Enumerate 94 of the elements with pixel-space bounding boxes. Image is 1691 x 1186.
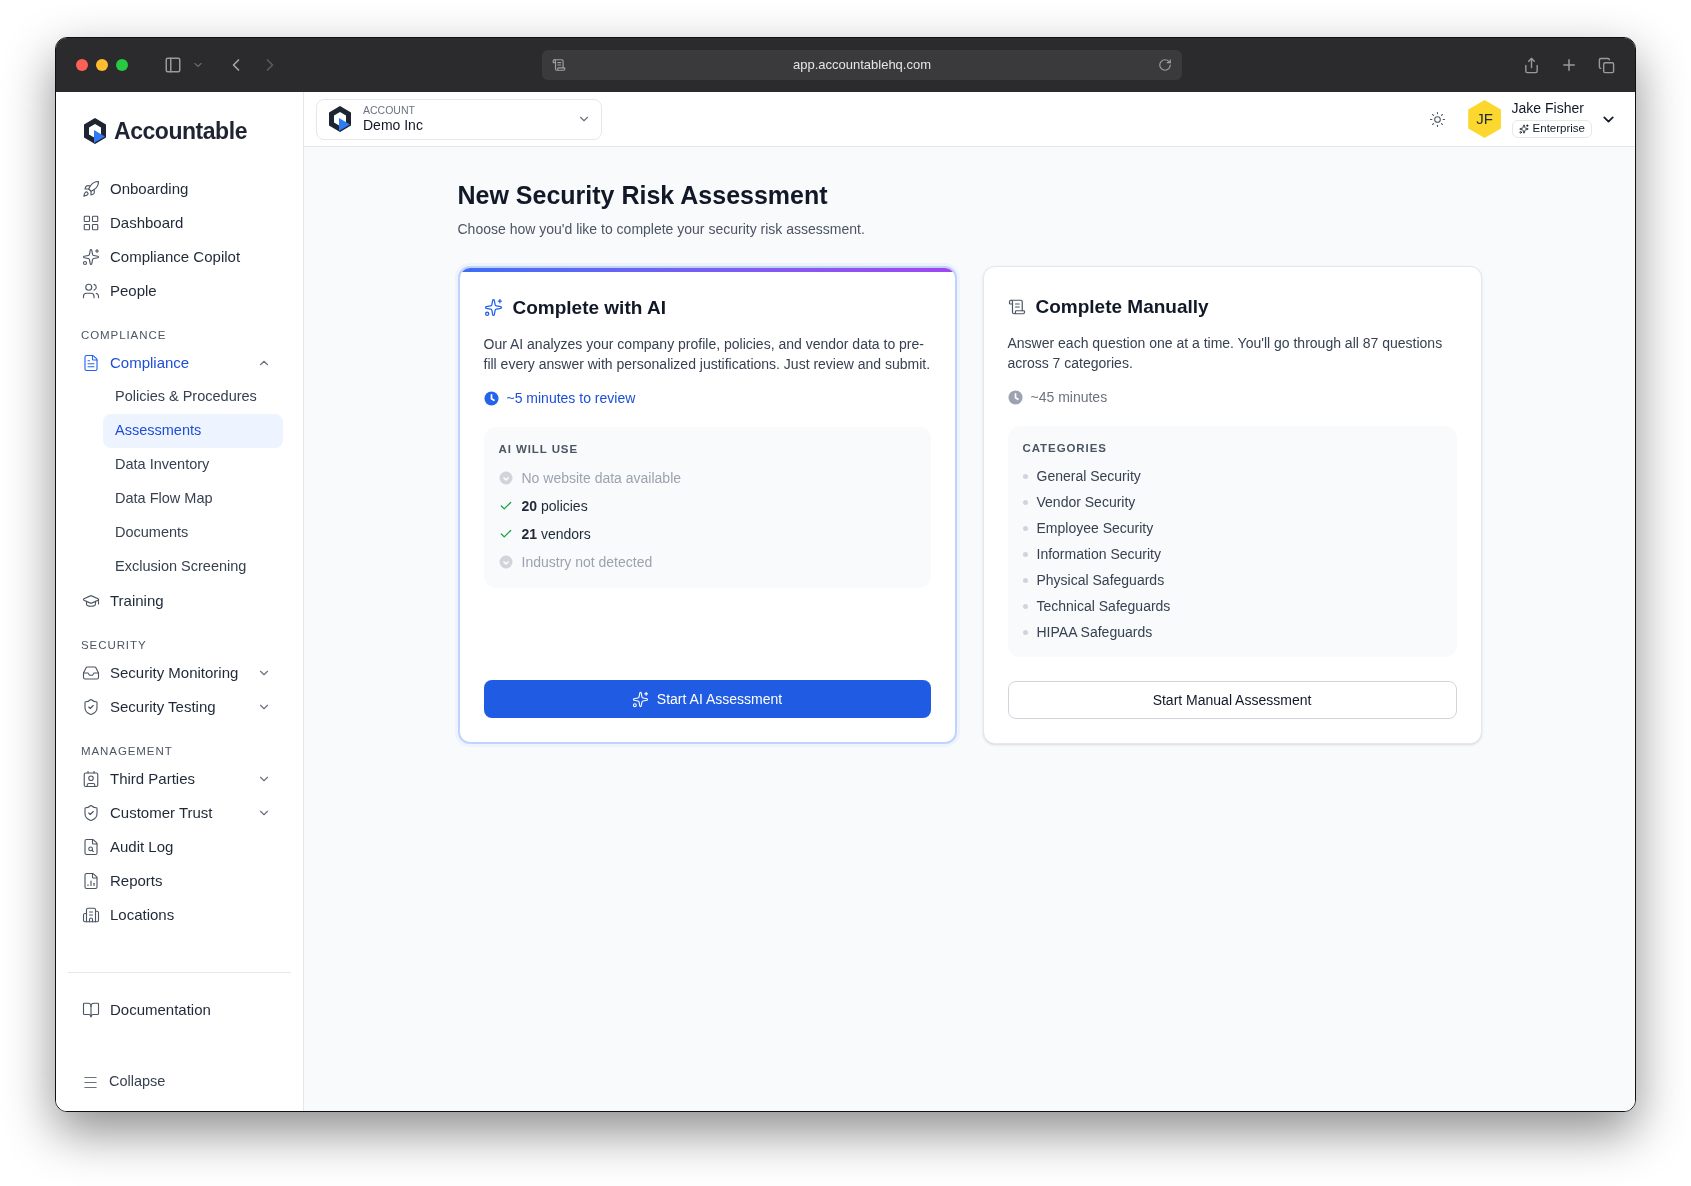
user-name: Jake Fisher bbox=[1511, 100, 1584, 118]
share-icon[interactable] bbox=[1523, 56, 1540, 74]
time-estimate: ~5 minutes to review bbox=[506, 389, 636, 408]
card-description: Answer each question one at a time. You'll go through all 87 questions across 7 categories. bbox=[1007, 334, 1444, 373]
card-title: Complete with AI bbox=[512, 295, 666, 320]
sparkles-icon bbox=[483, 298, 503, 318]
document-icon bbox=[1007, 297, 1026, 316]
plan-badge: Enterprise bbox=[1511, 119, 1592, 138]
sidebar-subitem[interactable]: Data Flow Map bbox=[103, 482, 283, 516]
shield-check-icon bbox=[82, 698, 100, 716]
sidebar-toggle-icon[interactable] bbox=[164, 56, 182, 74]
address-bar[interactable]: app.accountablehq.com bbox=[542, 50, 1182, 80]
bullet-icon bbox=[1022, 603, 1028, 609]
clock-icon bbox=[1007, 390, 1023, 405]
graduation-cap-icon bbox=[82, 592, 100, 610]
source-item: No website data available bbox=[521, 468, 682, 488]
bullet-icon bbox=[1022, 629, 1028, 635]
sidebar-subitem[interactable]: Documents bbox=[103, 516, 283, 550]
bullet-icon bbox=[1022, 525, 1028, 531]
source-item: Industry not detected bbox=[521, 552, 653, 572]
sidebar-item[interactable]: Compliance bbox=[56, 346, 303, 380]
logo-icon bbox=[82, 117, 108, 145]
panel-heading: AI WILL USE bbox=[498, 442, 580, 457]
sparkles-icon bbox=[82, 248, 100, 266]
sidebar-item[interactable]: People bbox=[56, 274, 303, 308]
card-description: Our AI analyzes your company profile, policies, and vendor data to pre-fill every answer with personalized justifications. Just review and submit. bbox=[483, 335, 931, 374]
bullet-icon bbox=[1022, 551, 1028, 557]
logo-icon bbox=[327, 105, 353, 133]
category-item: Physical Safeguards bbox=[1036, 570, 1165, 590]
panel-heading: CATEGORIES bbox=[1022, 441, 1108, 456]
inbox-icon bbox=[82, 664, 100, 682]
sidebar-item[interactable]: Dashboard bbox=[56, 206, 303, 240]
people-icon bbox=[82, 282, 100, 300]
start-button[interactable]: Start AI Assessment bbox=[483, 680, 931, 719]
account-name: Demo Inc bbox=[363, 116, 424, 135]
grid-icon bbox=[82, 214, 100, 232]
category-item: General Security bbox=[1036, 466, 1141, 486]
section-heading: COMPLIANCE bbox=[80, 327, 168, 343]
page-subtitle: Choose how you'd like to complete your security risk assessment. bbox=[457, 219, 866, 239]
card-title: Complete Manually bbox=[1035, 294, 1209, 319]
category-item: HIPAA Safeguards bbox=[1036, 622, 1153, 642]
file-chart-icon bbox=[82, 872, 100, 890]
category-item: Vendor Security bbox=[1036, 492, 1136, 512]
shield-check-icon bbox=[82, 804, 100, 822]
sidebar-item[interactable]: Onboarding bbox=[56, 172, 303, 206]
sidebar-item[interactable]: Training bbox=[56, 584, 303, 618]
sparkles-icon bbox=[1518, 123, 1529, 134]
account-label: ACCOUNT bbox=[363, 103, 416, 117]
bullet-icon bbox=[1022, 499, 1028, 505]
page-icon bbox=[552, 58, 566, 72]
maximize-window-icon[interactable] bbox=[116, 59, 128, 71]
bullet-icon bbox=[1022, 577, 1028, 583]
book-icon bbox=[82, 1001, 100, 1019]
sidebar-item[interactable]: Reports bbox=[56, 864, 303, 898]
rocket-icon bbox=[82, 180, 100, 198]
sidebar-item[interactable]: Compliance Copilot bbox=[56, 240, 303, 274]
bullet-icon bbox=[1022, 473, 1028, 479]
sidebar-item[interactable]: Documentation bbox=[56, 993, 303, 1027]
sidebar-subitem[interactable]: Policies & Procedures bbox=[103, 380, 283, 414]
id-card-icon bbox=[82, 770, 100, 788]
sidebar-subitem[interactable]: Assessments bbox=[103, 414, 283, 448]
sidebar-item[interactable]: Security Testing bbox=[56, 690, 303, 724]
url-text: app.accountablehq.com bbox=[791, 56, 932, 75]
category-item: Technical Safeguards bbox=[1036, 596, 1171, 616]
category-item: Employee Security bbox=[1036, 518, 1154, 538]
minimize-window-icon[interactable] bbox=[96, 59, 108, 71]
clock-icon bbox=[483, 391, 499, 406]
sidebar-subitem[interactable]: Data Inventory bbox=[103, 448, 283, 482]
sidebar-item[interactable]: Customer Trust bbox=[56, 796, 303, 830]
sparkles-icon bbox=[631, 690, 649, 708]
sidebar-item[interactable]: Security Monitoring bbox=[56, 656, 303, 690]
document-icon bbox=[82, 354, 100, 372]
sidebar-item[interactable]: Third Parties bbox=[56, 762, 303, 796]
building-icon bbox=[82, 906, 100, 924]
category-item: Information Security bbox=[1036, 544, 1161, 564]
start-button[interactable]: Start Manual Assessment bbox=[1007, 681, 1457, 720]
theme-toggle-icon[interactable] bbox=[1428, 110, 1446, 128]
sidebar-item[interactable]: Locations bbox=[56, 898, 303, 932]
source-item: 20 policies bbox=[521, 496, 588, 516]
source-item: 21 vendors bbox=[521, 524, 591, 544]
section-heading: MANAGEMENT bbox=[80, 743, 174, 759]
reload-icon[interactable] bbox=[1158, 58, 1172, 72]
sidebar-item[interactable]: Audit Log bbox=[56, 830, 303, 864]
collapse-button[interactable]: Collapse bbox=[56, 1065, 303, 1099]
close-window-icon[interactable] bbox=[76, 59, 88, 71]
tabs-overview-icon[interactable] bbox=[1598, 56, 1615, 74]
logo-text: Accountable bbox=[114, 116, 247, 146]
page-title: New Security Risk Assessment bbox=[457, 180, 829, 211]
file-search-icon bbox=[82, 838, 100, 856]
time-estimate: ~45 minutes bbox=[1030, 388, 1108, 407]
account-selector[interactable]: ACCOUNT Demo Inc bbox=[316, 98, 602, 140]
sidebar-subitem[interactable]: Exclusion Screening bbox=[103, 550, 283, 584]
new-tab-icon[interactable] bbox=[1560, 56, 1578, 74]
section-heading: SECURITY bbox=[80, 637, 148, 653]
